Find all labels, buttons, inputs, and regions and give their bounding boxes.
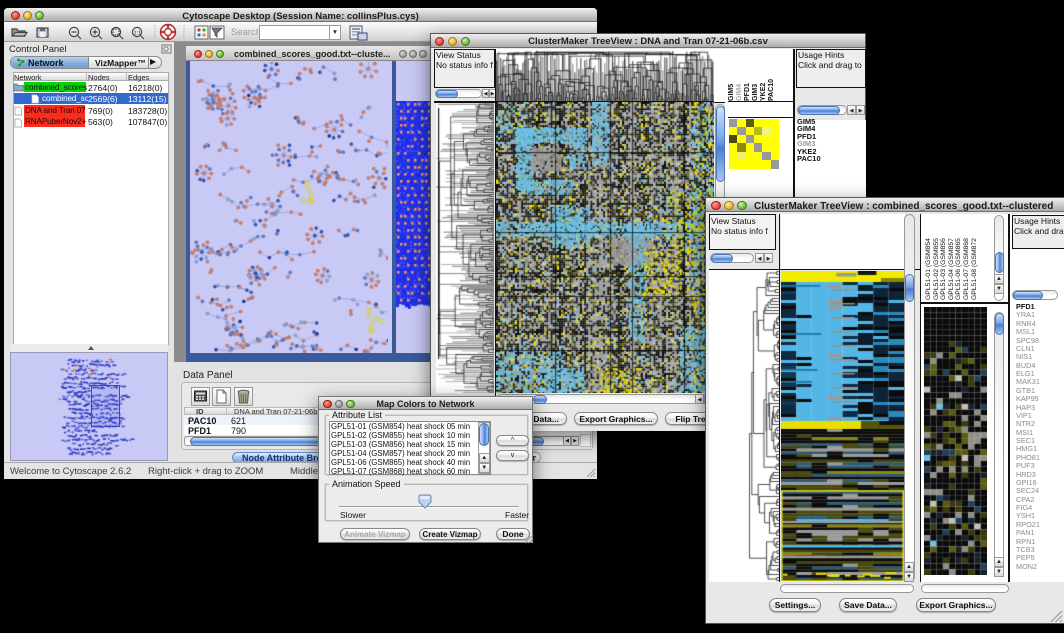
svg-text:1:1: 1:1 <box>134 31 142 37</box>
